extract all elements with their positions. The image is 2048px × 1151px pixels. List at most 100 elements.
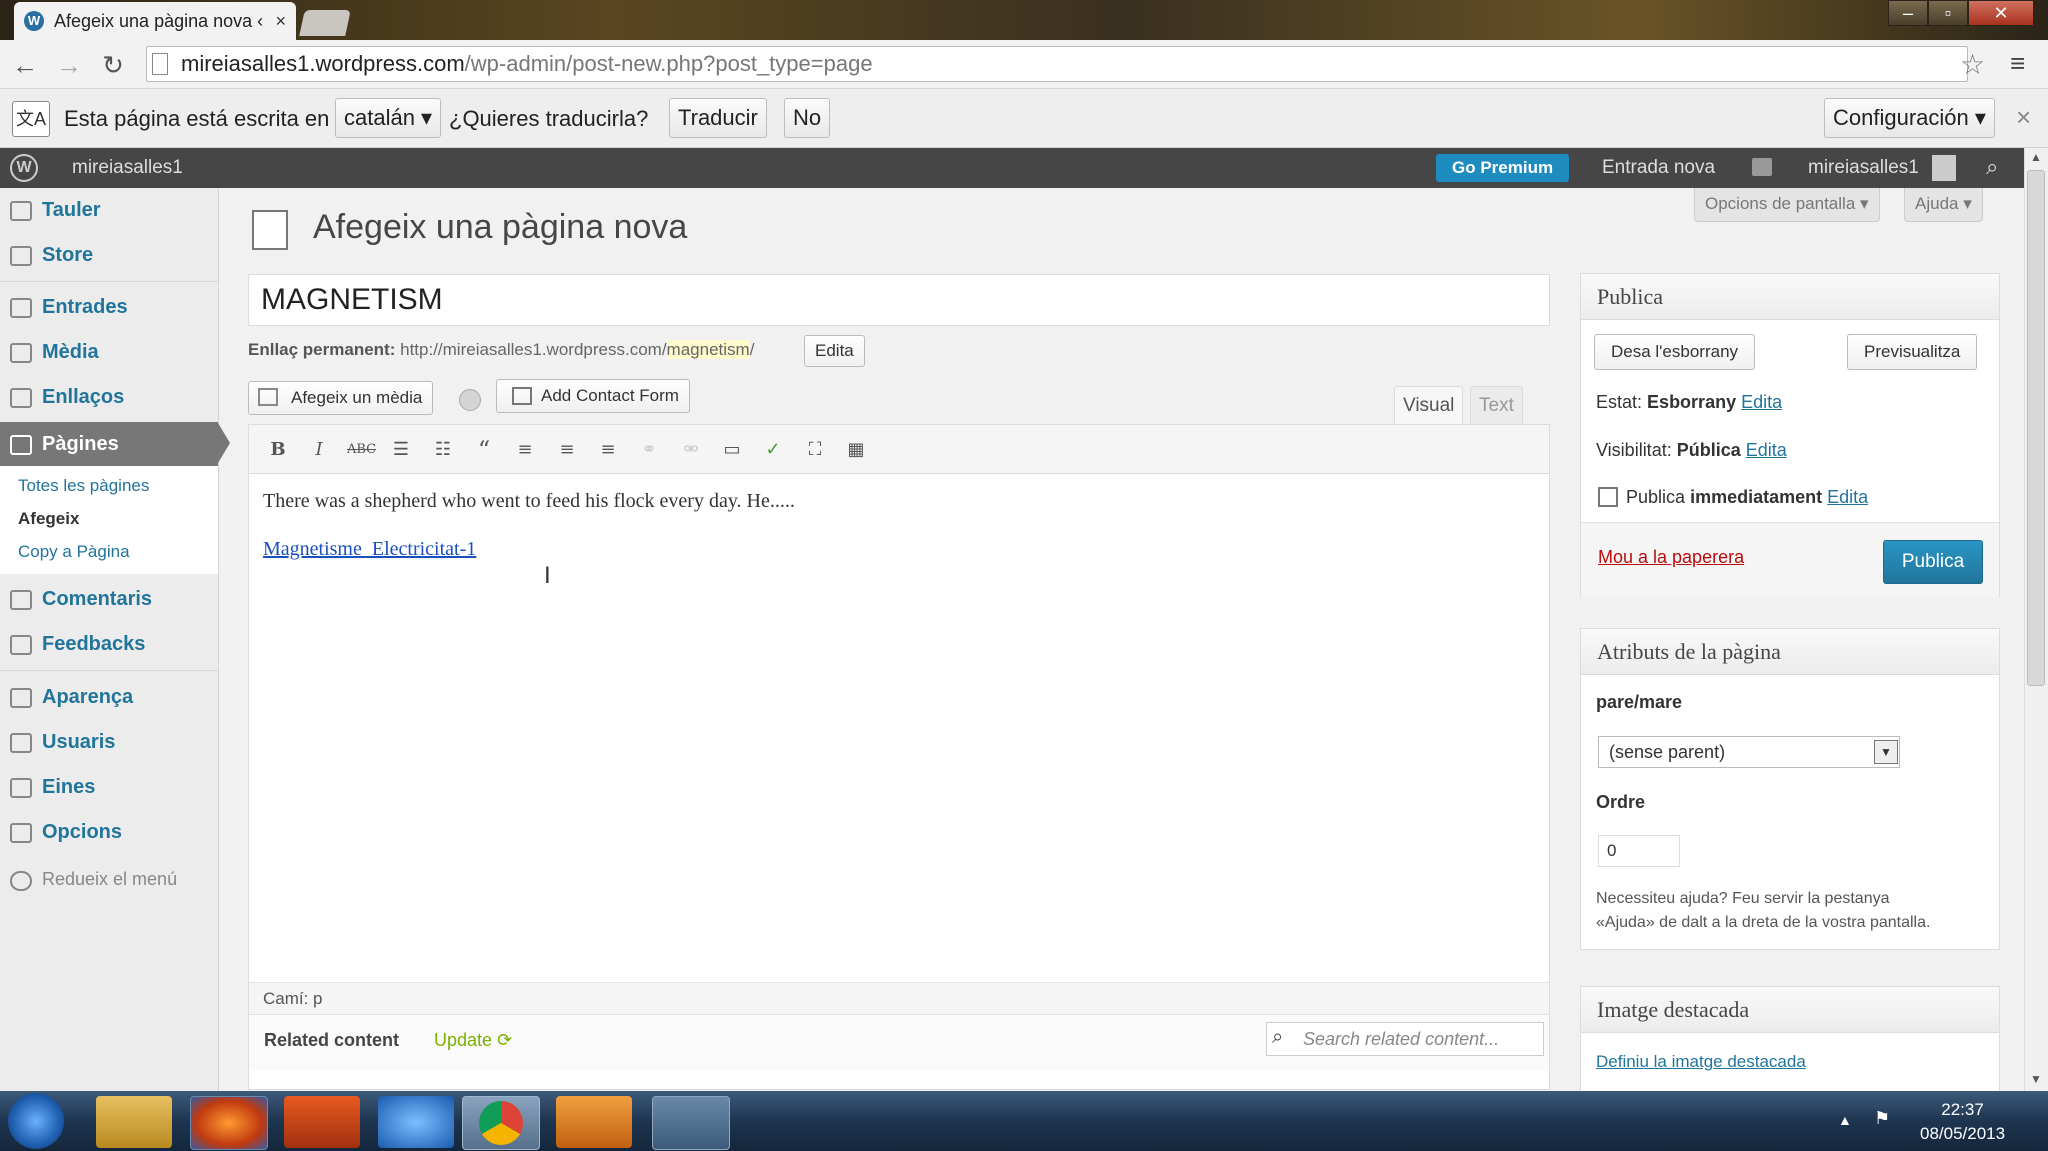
app-window-icon[interactable] (652, 1096, 730, 1150)
sidebar-item-posts[interactable]: Entrades (0, 288, 218, 328)
align-left-icon[interactable]: ≡ (512, 437, 538, 463)
sidebar-item-comments[interactable]: Comentaris (0, 580, 218, 620)
admin-sidebar: Tauler Store Entrades Mèdia Enllaços Pàg… (0, 188, 219, 1091)
related-update-link[interactable]: Update ⟳ (434, 1030, 512, 1051)
bookmark-star-icon[interactable]: ☆ (1960, 48, 1985, 81)
chrome-menu-icon[interactable]: ≡ (2010, 48, 2025, 79)
order-input[interactable]: 0 (1598, 835, 1680, 867)
submenu-all-pages[interactable]: Totes les pàgines (18, 476, 149, 496)
explorer-icon[interactable] (96, 1096, 172, 1148)
scroll-down-icon[interactable]: ▼ (2030, 1072, 2042, 1086)
editor-paragraph[interactable]: There was a shepherd who went to feed hi… (263, 490, 795, 513)
trash-link[interactable]: Mou a la paperera (1598, 547, 1744, 568)
parent-select[interactable]: (sense parent) (1598, 736, 1900, 768)
visibility-edit-link[interactable]: Edita (1746, 440, 1787, 460)
admin-site-name[interactable]: mireiasalles1 (72, 157, 183, 179)
permalink: Enllaç permanent: http://mireiasalles1.w… (248, 340, 754, 360)
feedback-icon (10, 635, 32, 655)
admin-user-name[interactable]: mireiasalles1 (1808, 157, 1919, 179)
browser-tab[interactable]: W Afegeix una pàgina nova ‹ × (14, 2, 296, 40)
firefox-icon[interactable] (190, 1096, 268, 1150)
taskbar-clock[interactable]: 22:37 08/05/2013 (1920, 1098, 2005, 1146)
submenu-copy-page[interactable]: Copy a Pàgina (18, 542, 130, 562)
sidebar-item-feedbacks[interactable]: Feedbacks (0, 625, 218, 665)
window-close-icon[interactable]: ✕ (1968, 0, 2034, 26)
kitchen-sink-icon[interactable]: ▦ (843, 437, 869, 463)
new-post-link[interactable]: Entrada nova (1602, 157, 1715, 179)
blockquote-icon[interactable]: “ (471, 437, 497, 463)
sidebar-item-store[interactable]: Store (0, 236, 218, 276)
reload-icon[interactable]: ↻ (96, 48, 130, 82)
tab-visual[interactable]: Visual (1394, 386, 1464, 426)
wordpress-logo-icon[interactable]: W (10, 154, 38, 182)
publish-button[interactable]: Publica (1883, 540, 1983, 584)
back-icon[interactable]: ← (8, 48, 42, 82)
sidebar-item-media[interactable]: Mèdia (0, 333, 218, 373)
permalink-edit-button[interactable]: Edita (804, 335, 865, 367)
insert-link-icon[interactable]: ⚭ (636, 437, 662, 463)
internet-explorer-icon[interactable] (378, 1096, 454, 1148)
bold-icon[interactable]: B (265, 437, 291, 463)
editor-link[interactable]: Magnetisme_Electricitat-1 (263, 538, 476, 561)
permalink-base: http://mireiasalles1.wordpress.com/ (400, 340, 667, 359)
chevron-down-icon[interactable]: ▼ (1874, 740, 1898, 764)
italic-icon[interactable]: I (306, 437, 332, 463)
scrollbar-thumb[interactable] (2027, 170, 2045, 686)
align-center-icon[interactable]: ≡ (554, 437, 580, 463)
permalink-slug[interactable]: magnetism (666, 340, 750, 359)
schedule-edit-link[interactable]: Edita (1827, 487, 1868, 507)
go-premium-button[interactable]: Go Premium (1436, 154, 1570, 182)
notifications-icon[interactable] (1752, 158, 1772, 176)
set-featured-image-link[interactable]: Definiu la imatge destacada (1596, 1052, 1806, 1072)
search-icon[interactable]: ⌕ (1986, 154, 1998, 180)
tab-title: Afegeix una pàgina nova ‹ (54, 10, 264, 31)
tab-close-icon[interactable]: × (275, 11, 286, 32)
translate-settings-button[interactable]: Configuración ▾ (1824, 98, 1995, 138)
sidebar-item-dashboard[interactable]: Tauler (0, 191, 218, 231)
submenu-add-new[interactable]: Afegeix (18, 509, 79, 529)
sidebar-item-pages[interactable]: Pàgines (0, 422, 218, 468)
spellcheck-icon[interactable]: ✓ (760, 437, 786, 463)
forward-icon[interactable]: → (52, 48, 86, 82)
sidebar-item-tools[interactable]: Eines (0, 768, 218, 808)
avatar[interactable] (1932, 155, 1956, 181)
sidebar-item-appearance[interactable]: Aparença (0, 678, 218, 718)
translate-close-icon[interactable]: × (2016, 102, 2031, 133)
unlink-icon[interactable]: ⚮ (678, 437, 704, 463)
start-button[interactable] (8, 1093, 64, 1149)
post-title-input[interactable]: MAGNETISM (248, 274, 1550, 326)
collapse-menu[interactable]: Redueix el menú (0, 861, 218, 901)
media-player-icon[interactable] (556, 1096, 632, 1148)
new-tab-button[interactable] (299, 10, 351, 36)
language-select[interactable]: catalán ▾ (335, 98, 442, 138)
tray-arrow-icon[interactable]: ▲ (1838, 1112, 1852, 1128)
related-search-input[interactable]: Search related content... (1266, 1022, 1544, 1056)
chrome-icon[interactable] (462, 1096, 540, 1150)
sidebar-item-settings[interactable]: Opcions (0, 813, 218, 853)
status-edit-link[interactable]: Edita (1741, 392, 1782, 412)
office-icon[interactable] (284, 1096, 360, 1148)
help-button[interactable]: Ajuda ▾ (1904, 188, 1983, 222)
screen-options-button[interactable]: Opcions de pantalla ▾ (1694, 188, 1880, 222)
sidebar-item-users[interactable]: Usuaris (0, 723, 218, 763)
fullscreen-icon[interactable]: ⛶ (802, 437, 828, 463)
flag-icon[interactable]: ⚑ (1874, 1108, 1890, 1129)
maximize-icon[interactable]: ▫ (1928, 0, 1968, 26)
save-draft-button[interactable]: Desa l'esborrany (1594, 334, 1756, 370)
address-bar[interactable]: mireiasalles1.wordpress.com/wp-admin/pos… (146, 46, 1968, 82)
translate-button[interactable]: Traducir (669, 98, 767, 138)
strikethrough-icon[interactable]: ABC (347, 437, 376, 463)
sidebar-item-links[interactable]: Enllaços (0, 378, 218, 418)
bullet-list-icon[interactable]: ☰ (388, 437, 414, 463)
scroll-up-icon[interactable]: ▲ (2030, 150, 2042, 164)
tab-text[interactable]: Text (1470, 386, 1523, 424)
minimize-icon[interactable]: – (1888, 0, 1928, 26)
no-translate-button[interactable]: No (784, 98, 831, 138)
numbered-list-icon[interactable]: ☷ (430, 437, 456, 463)
more-tag-icon[interactable]: ▭ (719, 437, 745, 463)
users-icon (10, 733, 32, 753)
clock-time: 22:37 (1941, 1100, 1984, 1119)
preview-button[interactable]: Previsualitza (1847, 334, 1978, 370)
poll-icon[interactable] (459, 389, 481, 411)
align-right-icon[interactable]: ≡ (595, 437, 621, 463)
